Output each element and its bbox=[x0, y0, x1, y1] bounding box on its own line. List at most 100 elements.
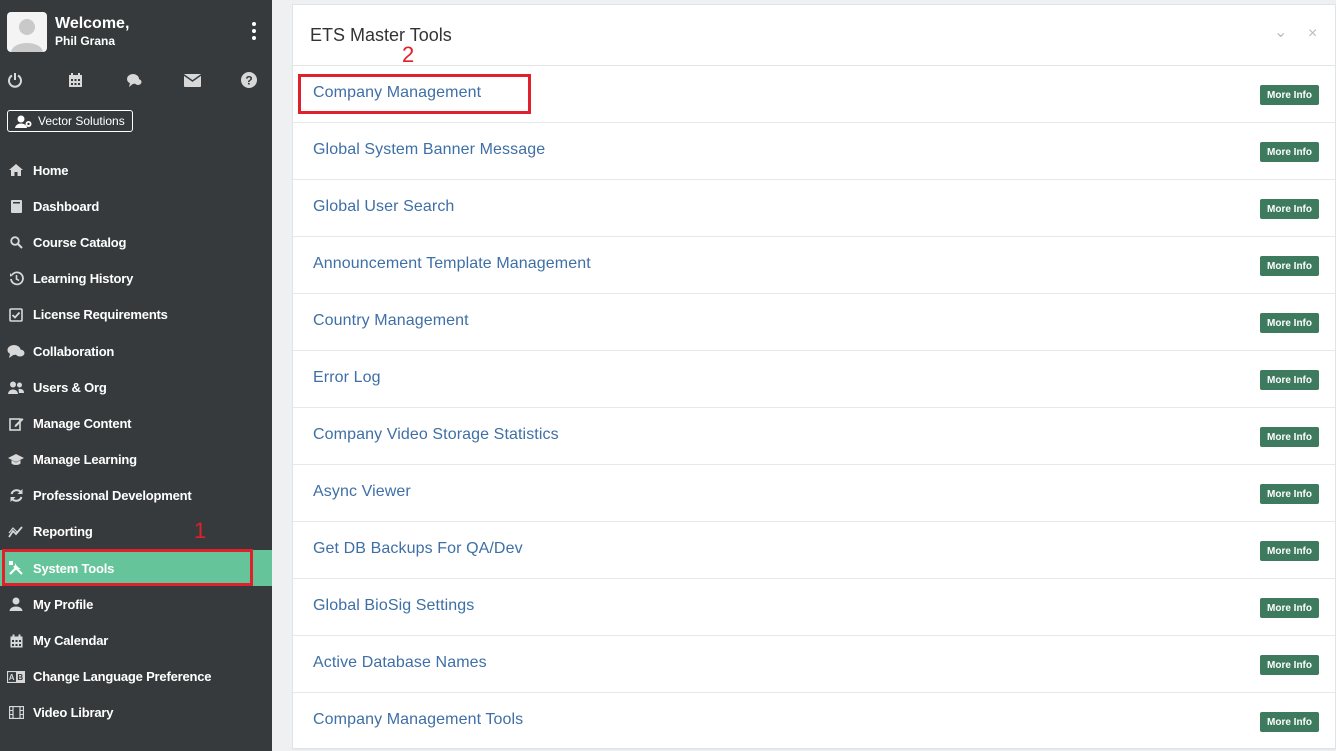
calendar-icon[interactable] bbox=[65, 70, 85, 90]
tool-link-company-management-tools[interactable]: Company Management Tools bbox=[313, 711, 523, 729]
tool-row: Country Management More Info bbox=[293, 294, 1335, 351]
tool-link-country-management[interactable]: Country Management bbox=[313, 312, 469, 330]
more-info-button[interactable]: More Info bbox=[1260, 199, 1319, 219]
kebab-menu-icon[interactable] bbox=[252, 22, 258, 42]
tool-link-active-database-names[interactable]: Active Database Names bbox=[313, 654, 487, 672]
tool-row: Global System Banner Message More Info bbox=[293, 123, 1335, 180]
tool-row: Global User Search More Info bbox=[293, 180, 1335, 237]
tool-link-company-management[interactable]: Company Management bbox=[313, 84, 481, 102]
more-info-button[interactable]: More Info bbox=[1260, 256, 1319, 276]
sidebar-item-license-requirements[interactable]: License Requirements bbox=[0, 297, 272, 333]
tool-link-error-log[interactable]: Error Log bbox=[313, 369, 381, 387]
user-name: Phil Grana bbox=[55, 34, 116, 48]
user-header: Welcome, Phil Grana bbox=[7, 12, 267, 52]
tools-list: Company Management More Info Global System… bbox=[293, 66, 1335, 750]
search-icon bbox=[7, 234, 25, 250]
tool-link-async-viewer[interactable]: Async Viewer bbox=[313, 483, 411, 501]
sidebar-item-my-calendar[interactable]: My Calendar bbox=[0, 622, 272, 658]
sidebar-item-label: Manage Learning bbox=[33, 452, 137, 468]
sidebar-item-manage-content[interactable]: Manage Content bbox=[0, 405, 272, 441]
panel-title: ETS Master Tools bbox=[310, 25, 452, 45]
sidebar-item-reporting[interactable]: Reporting bbox=[0, 514, 272, 550]
sidebar-item-course-catalog[interactable]: Course Catalog bbox=[0, 224, 272, 260]
chat-icon[interactable] bbox=[124, 70, 144, 90]
tool-row: Get DB Backups For QA/Dev More Info bbox=[293, 522, 1335, 579]
help-icon[interactable]: ? bbox=[239, 70, 259, 90]
avatar[interactable] bbox=[7, 12, 47, 52]
sidebar-item-home[interactable]: Home bbox=[0, 152, 272, 188]
tool-row: Company Management More Info bbox=[293, 66, 1335, 123]
calendar-icon bbox=[7, 633, 25, 649]
more-info-button[interactable]: More Info bbox=[1260, 370, 1319, 390]
svg-text:B: B bbox=[17, 673, 23, 682]
chart-line-icon bbox=[7, 524, 25, 540]
sidebar-item-manage-learning[interactable]: Manage Learning bbox=[0, 442, 272, 478]
sidebar-item-collaboration[interactable]: Collaboration bbox=[0, 333, 272, 369]
more-info-button[interactable]: More Info bbox=[1260, 427, 1319, 447]
sidebar-item-label: Dashboard bbox=[33, 198, 100, 214]
sidebar-item-dashboard[interactable]: Dashboard bbox=[0, 188, 272, 224]
sidebar-item-video-library[interactable]: Video Library bbox=[0, 695, 272, 731]
tool-row: Company Video Storage Statistics More Inf… bbox=[293, 408, 1335, 465]
tool-row: Active Database Names More Info bbox=[293, 636, 1335, 693]
history-icon bbox=[7, 271, 25, 287]
sidebar-item-label: Learning History bbox=[33, 271, 134, 287]
sidebar-item-change-language-preference[interactable]: A B Change Language Preference bbox=[0, 659, 272, 695]
annotation-1: 1 bbox=[194, 518, 207, 543]
language-icon: AB bbox=[7, 669, 25, 685]
tool-link-company-video-storage-statistics[interactable]: Company Video Storage Statistics bbox=[313, 426, 559, 444]
user-icon bbox=[7, 596, 25, 612]
sidebar-item-label: Home bbox=[33, 162, 69, 178]
welcome-label: Welcome, bbox=[55, 15, 130, 32]
sidebar-item-users-and-org[interactable]: Users & Org bbox=[0, 369, 272, 405]
chat-icon bbox=[7, 343, 25, 359]
sidebar-item-label: Professional Development bbox=[33, 488, 192, 504]
more-info-button[interactable]: More Info bbox=[1260, 712, 1319, 732]
tool-row: Async Viewer More Info bbox=[293, 465, 1335, 522]
sidebar-item-system-tools[interactable]: System Tools bbox=[0, 549, 272, 587]
tool-link-get-db-backups-for-qa-dev[interactable]: Get DB Backups For QA/Dev bbox=[313, 540, 523, 558]
annotation-2: 2 bbox=[402, 42, 415, 67]
sidebar-item-label: My Calendar bbox=[33, 633, 109, 649]
tool-row: Global BioSig Settings More Info bbox=[293, 579, 1335, 636]
tool-row: Announcement Template Management More Inf… bbox=[293, 237, 1335, 294]
mail-icon[interactable] bbox=[182, 70, 202, 90]
home-icon bbox=[7, 162, 25, 178]
more-info-button[interactable]: More Info bbox=[1260, 655, 1319, 675]
panel-header: ETS Master Tools ⌄ × bbox=[293, 5, 1335, 66]
more-info-button[interactable]: More Info bbox=[1260, 85, 1319, 105]
film-icon bbox=[7, 705, 25, 721]
refresh-icon bbox=[7, 488, 25, 504]
org-switch-button[interactable]: Vector Solutions bbox=[7, 110, 133, 132]
main-nav: Home Dashboard Course Catalog Learning Hist… bbox=[0, 152, 272, 731]
edit-icon bbox=[7, 415, 25, 431]
sidebar-item-label: Users & Org bbox=[33, 379, 107, 395]
sidebar-item-my-profile[interactable]: My Profile bbox=[0, 586, 272, 622]
power-icon[interactable] bbox=[5, 70, 25, 90]
sidebar-item-label: Reporting bbox=[33, 524, 93, 540]
close-icon[interactable]: × bbox=[1308, 25, 1317, 43]
tool-row: Error Log More Info bbox=[293, 351, 1335, 408]
user-settings-icon bbox=[15, 115, 32, 128]
more-info-button[interactable]: More Info bbox=[1260, 484, 1319, 504]
sidebar-item-label: System Tools bbox=[33, 560, 115, 576]
more-info-button[interactable]: More Info bbox=[1260, 598, 1319, 618]
org-button-label: Vector Solutions bbox=[38, 114, 125, 128]
sidebar-item-label: License Requirements bbox=[33, 307, 168, 323]
master-tools-panel: ETS Master Tools ⌄ × Company Management M… bbox=[292, 4, 1336, 750]
tool-link-global-user-search[interactable]: Global User Search bbox=[313, 198, 454, 216]
sidebar-item-label: My Profile bbox=[33, 596, 94, 612]
graduation-cap-icon bbox=[7, 452, 25, 468]
tool-link-announcement-template-management[interactable]: Announcement Template Management bbox=[313, 255, 591, 273]
collapse-icon[interactable]: ⌄ bbox=[1274, 22, 1287, 42]
more-info-button[interactable]: More Info bbox=[1260, 313, 1319, 333]
sidebar-item-professional-development[interactable]: Professional Development bbox=[0, 478, 272, 514]
sidebar-item-label: Manage Content bbox=[33, 415, 132, 431]
sidebar-item-label: Video Library bbox=[33, 705, 114, 721]
sidebar-item-label: Change Language Preference bbox=[33, 669, 212, 685]
tool-link-global-system-banner-message[interactable]: Global System Banner Message bbox=[313, 141, 545, 159]
sidebar-item-learning-history[interactable]: Learning History bbox=[0, 261, 272, 297]
tool-link-global-biosig-settings[interactable]: Global BioSig Settings bbox=[313, 597, 474, 615]
more-info-button[interactable]: More Info bbox=[1260, 541, 1319, 561]
more-info-button[interactable]: More Info bbox=[1260, 142, 1319, 162]
